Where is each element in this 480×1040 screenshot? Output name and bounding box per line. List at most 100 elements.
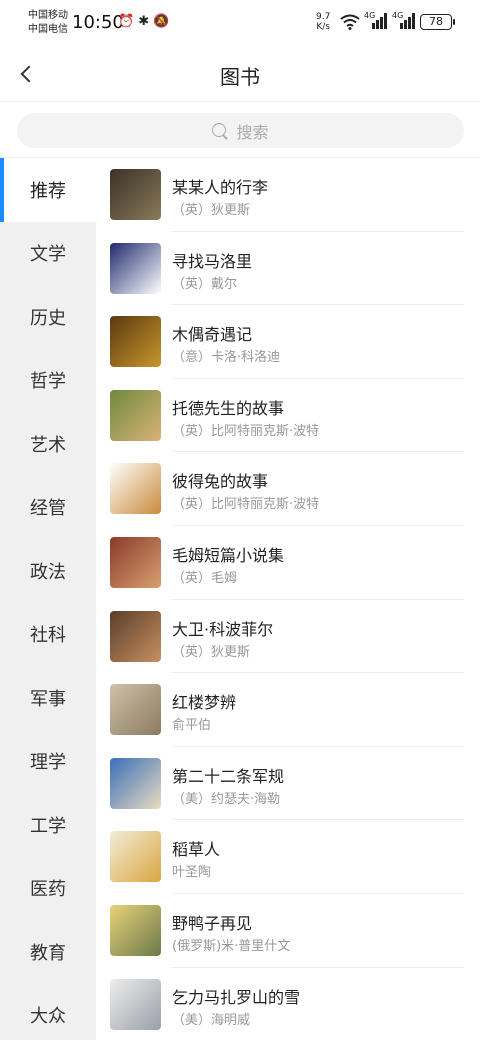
sidebar-category[interactable]: 社科 [0,603,96,667]
sidebar-category-label: 哲学 [30,371,66,393]
book-item[interactable]: 某某人的行李 （英）狄更斯 [96,158,480,232]
sidebar-category-label: 文学 [30,244,66,266]
sidebar-category[interactable]: 理学 [0,730,96,794]
book-title: 乞力马扎罗山的雪 [172,987,301,1007]
book-author: （英）狄更斯 [172,203,251,218]
book-item[interactable]: 乞力马扎罗山的雪 （美）海明威 [96,968,480,1040]
book-author: （意）卡洛·科洛迪 [172,350,281,366]
sidebar-category-label: 教育 [30,942,66,964]
bluetooth-icon: ✱ [138,14,150,29]
book-title: 野鸭子再见 [172,913,253,933]
book-cover [110,463,161,515]
carrier-2: 中国电信 [28,24,68,35]
book-item[interactable]: 第二十二条军规 （美）约瑟夫·海勒 [96,747,480,821]
book-author: （英）戴尔 [172,276,238,292]
search-icon [212,122,228,139]
book-title: 稻草人 [172,840,221,860]
sidebar-category-label: 经管 [30,498,66,520]
book-author: （英）比阿特丽克斯·波特 [172,423,320,439]
book-cover [110,610,161,662]
carrier-info: 中国移动 中国电信 [28,9,68,37]
book-item[interactable]: 红楼梦辨 俞平伯 [96,673,480,747]
sidebar-category[interactable]: 大众 [0,984,96,1040]
category-sidebar: 推荐文学历史哲学艺术经管政法 社科军事理学工学医药教育大众 [0,158,96,1040]
book-list: 某某人的行李 （英）狄更斯 寻找马洛里 （英）戴尔 木偶奇遇记 （意）卡洛·科洛迪 托德先生… [96,158,480,1040]
search-placeholder: 搜索 [236,122,269,142]
book-cover [110,904,161,956]
book-cover [110,242,161,294]
signal-2-label: 4G [392,11,404,20]
book-item[interactable]: 大卫·科波菲尔 （英）狄更斯 [96,600,480,674]
book-cover [110,316,161,368]
sidebar-category[interactable]: 哲学 [0,349,96,413]
book-item[interactable]: 木偶奇遇记 （意）卡洛·科洛迪 [96,305,480,379]
sidebar-category-label: 理学 [30,752,66,774]
book-title: 红楼梦辨 [172,693,237,713]
page-title: 图书 [220,65,260,89]
sidebar-category-label: 医药 [30,879,66,901]
sidebar-category[interactable]: 历史 [0,285,96,349]
carrier-1: 中国移动 [28,10,68,21]
book-item[interactable]: 彼得兔的故事 （英）比阿特丽克斯·波特 [96,452,480,526]
book-author: （英）毛姆 [172,570,238,586]
book-item[interactable]: 寻找马洛里 （英）戴尔 [96,232,480,306]
sidebar-category-label: 工学 [30,815,66,837]
sidebar-category-label: 艺术 [30,434,66,456]
sidebar-category-label: 推荐 [30,180,66,202]
book-cover [110,169,161,220]
book-item[interactable]: 托德先生的故事 （英）比阿特丽克斯·波特 [96,379,480,453]
book-title: 彼得兔的故事 [172,472,269,492]
book-author: 叶圣陶 [172,865,212,881]
sidebar-category[interactable]: 文学 [0,222,96,286]
book-item[interactable]: 野鸭子再见 (俄罗斯)米·普里什文 [96,894,480,968]
book-title: 大卫·科波菲尔 [172,619,274,639]
book-cover [110,389,161,441]
network-speed-unit: K/s [316,22,330,32]
network-speed-value: 9.7 [316,12,331,22]
book-author: （美）海明威 [172,1012,251,1028]
book-author: （美）约瑟夫·海勒 [172,791,281,807]
sidebar-category[interactable]: 教育 [0,920,96,984]
status-bar: 中国移动 中国电信 10:50 ⏰ ✱ 🔕 9.7 K/s 4G 4G 78 [0,0,480,46]
book-cover [110,978,161,1030]
sidebar-category[interactable]: 艺术 [0,412,96,476]
book-cover [110,757,161,809]
book-author: (俄罗斯)米·普里什文 [172,938,291,954]
book-cover [110,831,161,883]
status-icons: ⏰ ✱ 🔕 [118,14,169,29]
network-speed: 9.7 K/s [316,12,330,32]
book-title: 木偶奇遇记 [172,325,253,345]
sidebar-category[interactable]: 经管 [0,476,96,540]
battery-icon: 78 [420,14,455,30]
book-title: 第二十二条军规 [172,766,285,786]
book-author: 俞平伯 [172,718,212,734]
wifi-icon [340,14,360,30]
signal-icon-1: 4G [364,11,387,29]
sidebar-category-label: 大众 [30,1006,66,1028]
sidebar-category[interactable]: 政法 [0,539,96,603]
book-title: 托德先生的故事 [172,398,285,418]
book-title: 毛姆短篇小说集 [172,545,285,565]
book-title: 某某人的行李 [172,178,269,197]
sidebar-category-label: 历史 [30,307,66,329]
sidebar-category[interactable]: 军事 [0,666,96,730]
signal-1-label: 4G [364,11,376,20]
header: 图书 [0,46,480,102]
search-bar: 搜索 [0,102,480,158]
sidebar-category[interactable]: 医药 [0,857,96,921]
book-author: （英）比阿特丽克斯·波特 [172,497,320,513]
search-input[interactable]: 搜索 [17,113,464,148]
book-cover [110,684,161,736]
book-cover [110,536,161,588]
book-item[interactable]: 毛姆短篇小说集 （英）毛姆 [96,526,480,600]
mute-icon: 🔕 [153,14,170,29]
alarm-icon: ⏰ [118,14,135,29]
sidebar-category-label: 军事 [30,688,66,710]
book-author: （英）狄更斯 [172,644,251,660]
book-title: 寻找马洛里 [172,251,253,271]
signal-icon-2: 4G [392,11,415,29]
book-item[interactable]: 稻草人 叶圣陶 [96,820,480,894]
clock: 10:50 [72,12,124,33]
sidebar-category[interactable]: 工学 [0,793,96,857]
sidebar-category[interactable]: 推荐 [0,158,96,222]
